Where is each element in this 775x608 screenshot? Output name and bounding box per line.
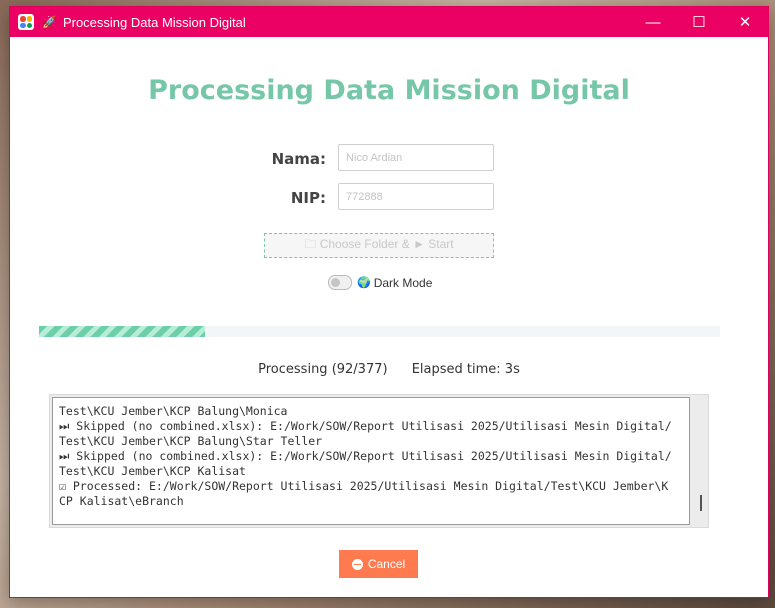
dark-mode-toggle[interactable] bbox=[328, 275, 352, 290]
maximize-button[interactable]: ☐ bbox=[676, 7, 722, 37]
progress-fill bbox=[39, 326, 206, 337]
cancel-button[interactable]: Cancel bbox=[339, 550, 418, 578]
progress-status: Processing (92/377) bbox=[258, 362, 388, 377]
cancel-label: Cancel bbox=[367, 557, 406, 571]
page-title: Processing Data Mission Digital bbox=[148, 75, 630, 106]
nip-label: NIP: bbox=[290, 189, 326, 207]
stop-icon bbox=[351, 558, 363, 570]
progress-bar bbox=[39, 326, 720, 337]
close-button[interactable]: ✕ bbox=[722, 7, 768, 37]
dark-mode-label: Dark Mode bbox=[373, 275, 433, 290]
app-window: 🚀 Processing Data Mission Digital — ☐ ✕ … bbox=[9, 6, 769, 598]
status-row: Processing (92/377) Elapsed time: 3s bbox=[10, 362, 768, 377]
globe-icon: 🌍 bbox=[357, 277, 371, 289]
log-scrollbar[interactable] bbox=[700, 495, 702, 511]
minimize-button[interactable]: — bbox=[630, 7, 676, 37]
elapsed-time: Elapsed time: 3s bbox=[411, 362, 520, 377]
title-bar[interactable]: 🚀 Processing Data Mission Digital — ☐ ✕ bbox=[10, 7, 768, 37]
nip-field[interactable] bbox=[338, 183, 494, 210]
nama-label: Nama: bbox=[271, 150, 326, 168]
choose-folder-start-button[interactable]: 🗀 Choose Folder & ► Start bbox=[264, 233, 494, 258]
log-text[interactable]: Test\KCU Jember\KCP Balung\Monica ⏭ Skip… bbox=[52, 397, 690, 525]
window-title: Processing Data Mission Digital bbox=[62, 14, 246, 30]
app-grid-icon bbox=[18, 14, 34, 30]
rocket-icon: 🚀 bbox=[42, 15, 57, 29]
log-panel: Test\KCU Jember\KCP Balung\Monica ⏭ Skip… bbox=[49, 394, 709, 528]
dark-mode-row: 🌍 Dark Mode bbox=[328, 275, 432, 290]
nama-field[interactable] bbox=[338, 144, 494, 171]
